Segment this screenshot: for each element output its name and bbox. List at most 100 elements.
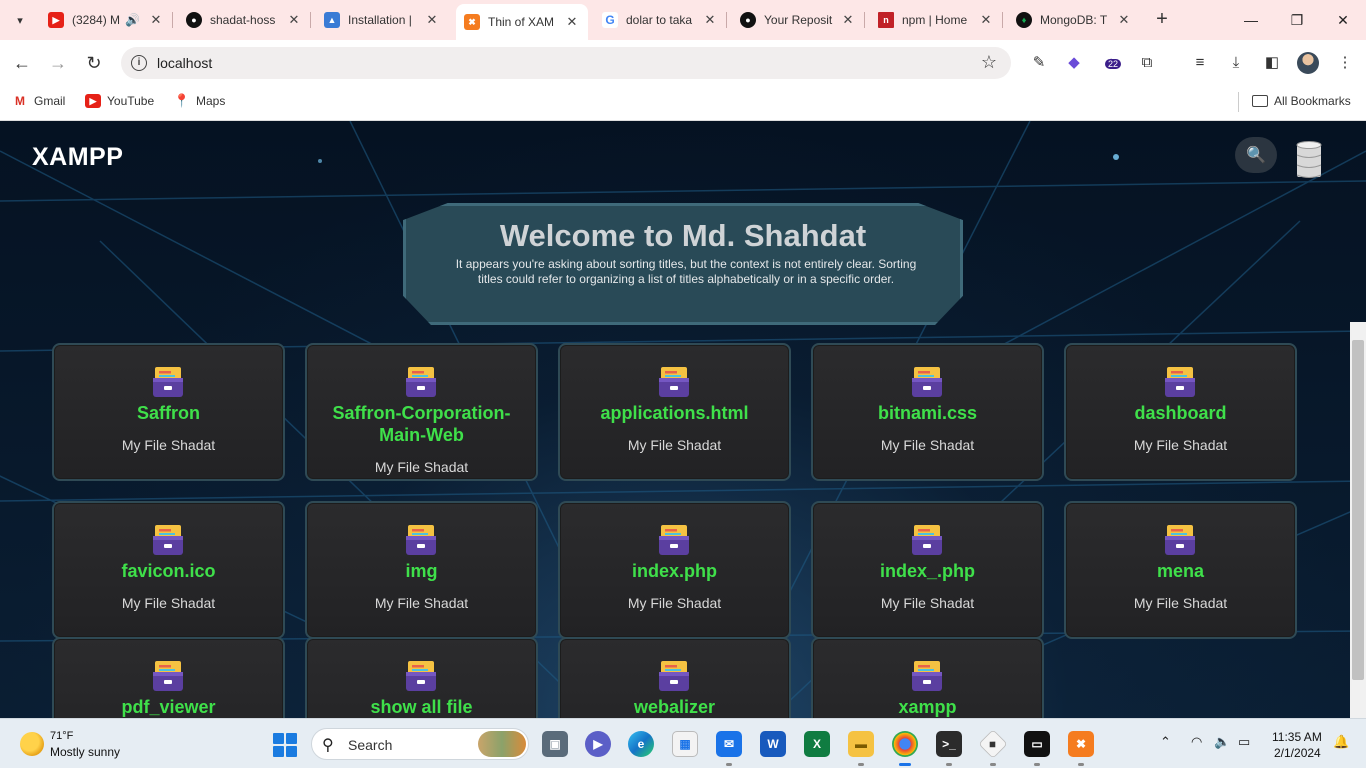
file-explorer-icon[interactable]: ▬ — [848, 731, 874, 757]
card-title[interactable]: index.php — [568, 560, 781, 582]
card-title[interactable]: bitnami.css — [821, 402, 1034, 424]
card-title[interactable]: show all file — [315, 696, 528, 718]
card-title[interactable]: webalizer — [568, 696, 781, 718]
bookmark-maps[interactable]: 📍 Maps — [174, 93, 226, 108]
download-icon[interactable]: ⤓ — [1225, 52, 1247, 74]
mail-icon[interactable]: ✉ — [716, 731, 742, 757]
xampp-logo[interactable]: XAMPP — [32, 143, 123, 172]
card-title[interactable]: pdf_viewer — [62, 696, 275, 718]
reload-button[interactable]: ↻ — [82, 51, 106, 75]
card-title[interactable]: applications.html — [568, 402, 781, 424]
profile-avatar[interactable] — [1297, 52, 1319, 74]
taskbar-search[interactable]: ⚲ Search — [311, 728, 529, 760]
folder-card[interactable]: img My File Shadat — [305, 501, 538, 639]
database-icon[interactable] — [1296, 141, 1322, 181]
folder-card[interactable]: index.php My File Shadat — [558, 501, 791, 639]
weather-description[interactable]: Mostly sunny — [50, 745, 120, 759]
card-title[interactable]: Saffron-Corporation-Main-Web — [315, 402, 528, 446]
close-tab-icon[interactable]: ✕ — [286, 12, 302, 28]
card-title[interactable]: index_.php — [821, 560, 1034, 582]
wifi-icon[interactable]: ◠ — [1191, 734, 1202, 750]
start-button[interactable] — [273, 733, 297, 757]
new-tab-button[interactable]: + — [1150, 8, 1174, 32]
puzzle-extensions-icon[interactable]: ⧉ — [1136, 52, 1158, 74]
site-info-icon[interactable]: i — [131, 55, 147, 71]
card-title[interactable]: mena — [1074, 560, 1287, 582]
cmd-icon[interactable]: ▭ — [1024, 731, 1050, 757]
excel-icon[interactable]: X — [804, 731, 830, 757]
tab-npm[interactable]: n npm | Home ✕ — [870, 6, 1003, 34]
word-icon[interactable]: W — [760, 731, 786, 757]
tab-github-repo[interactable]: ● Your Reposit ✕ — [732, 6, 865, 34]
close-tab-icon[interactable]: ✕ — [840, 12, 856, 28]
edge-icon[interactable]: e — [628, 731, 654, 757]
close-tab-icon[interactable]: ✕ — [978, 12, 994, 28]
card-title[interactable]: favicon.ico — [62, 560, 275, 582]
maximize-button[interactable]: ❐ — [1274, 0, 1320, 40]
address-bar[interactable]: i localhost ☆ — [121, 47, 1011, 79]
git-icon[interactable]: ◆ — [978, 729, 1008, 759]
speaker-icon[interactable]: 🔊 — [125, 13, 140, 27]
close-tab-icon[interactable]: ✕ — [564, 14, 580, 30]
clock-date[interactable]: 2/1/2024 — [1274, 746, 1321, 760]
task-view-icon[interactable]: ▣ — [542, 731, 568, 757]
search-button[interactable]: 🔍 — [1235, 137, 1277, 173]
close-tab-icon[interactable]: ✕ — [424, 12, 440, 28]
tab-youtube[interactable]: ▶ (3284) M 🔊 ✕ — [40, 6, 173, 34]
bookmark-label: Maps — [196, 94, 226, 108]
side-panel-icon[interactable]: ◧ — [1261, 52, 1283, 74]
store-icon[interactable]: ▦ — [672, 731, 698, 757]
chrome-icon[interactable] — [892, 731, 918, 757]
tab-github[interactable]: ● shadat-hoss ✕ — [178, 6, 311, 34]
eyedropper-extension-icon[interactable]: ✎ — [1028, 52, 1050, 74]
xampp-icon[interactable]: ✖ — [1068, 731, 1094, 757]
weather-sun-icon[interactable] — [20, 732, 44, 756]
card-subtitle: My File Shadat — [627, 595, 722, 611]
drop-extension-icon[interactable]: ◆ — [1063, 52, 1085, 74]
folder-card[interactable]: mena My File Shadat — [1064, 501, 1297, 639]
bookmark-youtube[interactable]: ▶ YouTube — [85, 94, 154, 108]
close-tab-icon[interactable]: ✕ — [702, 12, 718, 28]
volume-icon[interactable]: 🔈 — [1214, 734, 1230, 750]
folder-card[interactable]: Saffron My File Shadat — [52, 343, 285, 481]
folder-card[interactable]: dashboard My File Shadat — [1064, 343, 1297, 481]
card-title[interactable]: img — [315, 560, 528, 582]
teams-icon[interactable]: ▶ — [585, 731, 611, 757]
folder-card[interactable]: favicon.ico My File Shadat — [52, 501, 285, 639]
tab-installation[interactable]: ▲ Installation | ✕ — [316, 6, 448, 34]
card-title[interactable]: Saffron — [62, 402, 275, 424]
bookmark-star-icon[interactable]: ☆ — [981, 52, 997, 73]
folder-card[interactable]: bitnami.css My File Shadat — [811, 343, 1044, 481]
tab-google[interactable]: G dolar to taka ✕ — [594, 6, 727, 34]
notifications-bell-icon[interactable]: 🔔 — [1333, 734, 1349, 750]
terminal-icon[interactable]: >_ — [936, 731, 962, 757]
minimize-button[interactable]: — — [1228, 0, 1274, 40]
scrollbar-thumb[interactable] — [1352, 340, 1364, 680]
weather-temperature[interactable]: 71°F — [50, 730, 73, 742]
forward-button[interactable]: → — [46, 51, 70, 75]
all-bookmarks-button[interactable]: All Bookmarks — [1252, 94, 1351, 108]
tab-mongodb[interactable]: ♦ MongoDB: T ✕ — [1008, 6, 1140, 34]
card-title[interactable]: xampp — [821, 696, 1034, 718]
close-tab-icon[interactable]: ✕ — [148, 12, 164, 28]
folder-card[interactable]: applications.html My File Shadat — [558, 343, 791, 481]
bookmark-gmail[interactable]: M Gmail — [12, 94, 65, 108]
card-title[interactable]: dashboard — [1074, 402, 1287, 424]
tab-search-chevron-icon[interactable]: ▾ — [8, 8, 32, 32]
close-tab-icon[interactable]: ✕ — [1116, 12, 1132, 28]
battery-icon[interactable]: ▭ — [1238, 734, 1250, 750]
menu-kebab-icon[interactable]: ⋮ — [1334, 52, 1356, 74]
address-text[interactable]: localhost — [157, 55, 212, 71]
back-button[interactable]: ← — [10, 51, 34, 75]
show-hidden-icons-chevron[interactable]: ⌃ — [1160, 734, 1171, 750]
close-window-button[interactable]: ✕ — [1320, 0, 1366, 40]
media-controls-icon[interactable]: ≡ — [1189, 52, 1211, 74]
folder-card[interactable]: Saffron-Corporation-Main-Web My File Shad… — [305, 343, 538, 481]
tab-xampp-active[interactable]: ✖ Thin of XAM ✕ — [456, 4, 588, 40]
folder-card[interactable]: xamppMy File Shadat — [811, 637, 1044, 718]
folder-card[interactable]: pdf_viewerMy File Shadat — [52, 637, 285, 718]
folder-card[interactable]: index_.php My File Shadat — [811, 501, 1044, 639]
folder-card[interactable]: show all fileMy File Shadat — [305, 637, 538, 718]
clock-time[interactable]: 11:35 AM — [1272, 730, 1322, 744]
folder-card[interactable]: webalizerMy File Shadat — [558, 637, 791, 718]
